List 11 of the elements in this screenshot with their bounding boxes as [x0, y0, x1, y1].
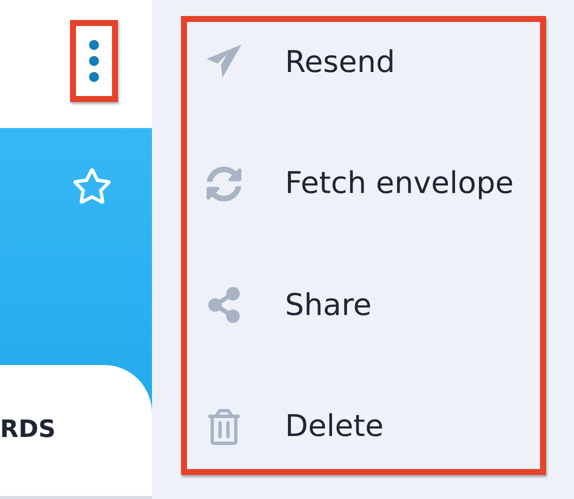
menu-item[interactable]: Resend: [187, 40, 540, 84]
menu-item[interactable]: Fetch envelope: [187, 162, 540, 206]
menu-item[interactable]: Delete: [187, 404, 540, 449]
more-icon: [88, 39, 100, 83]
share-icon: [206, 287, 242, 324]
tab-label: RDS: [0, 415, 56, 443]
menu-item[interactable]: Share: [187, 283, 540, 328]
more-options-button[interactable]: [70, 20, 118, 102]
refresh-icon: [206, 166, 242, 202]
trash-icon: [206, 408, 242, 445]
star-icon[interactable]: [72, 166, 112, 206]
